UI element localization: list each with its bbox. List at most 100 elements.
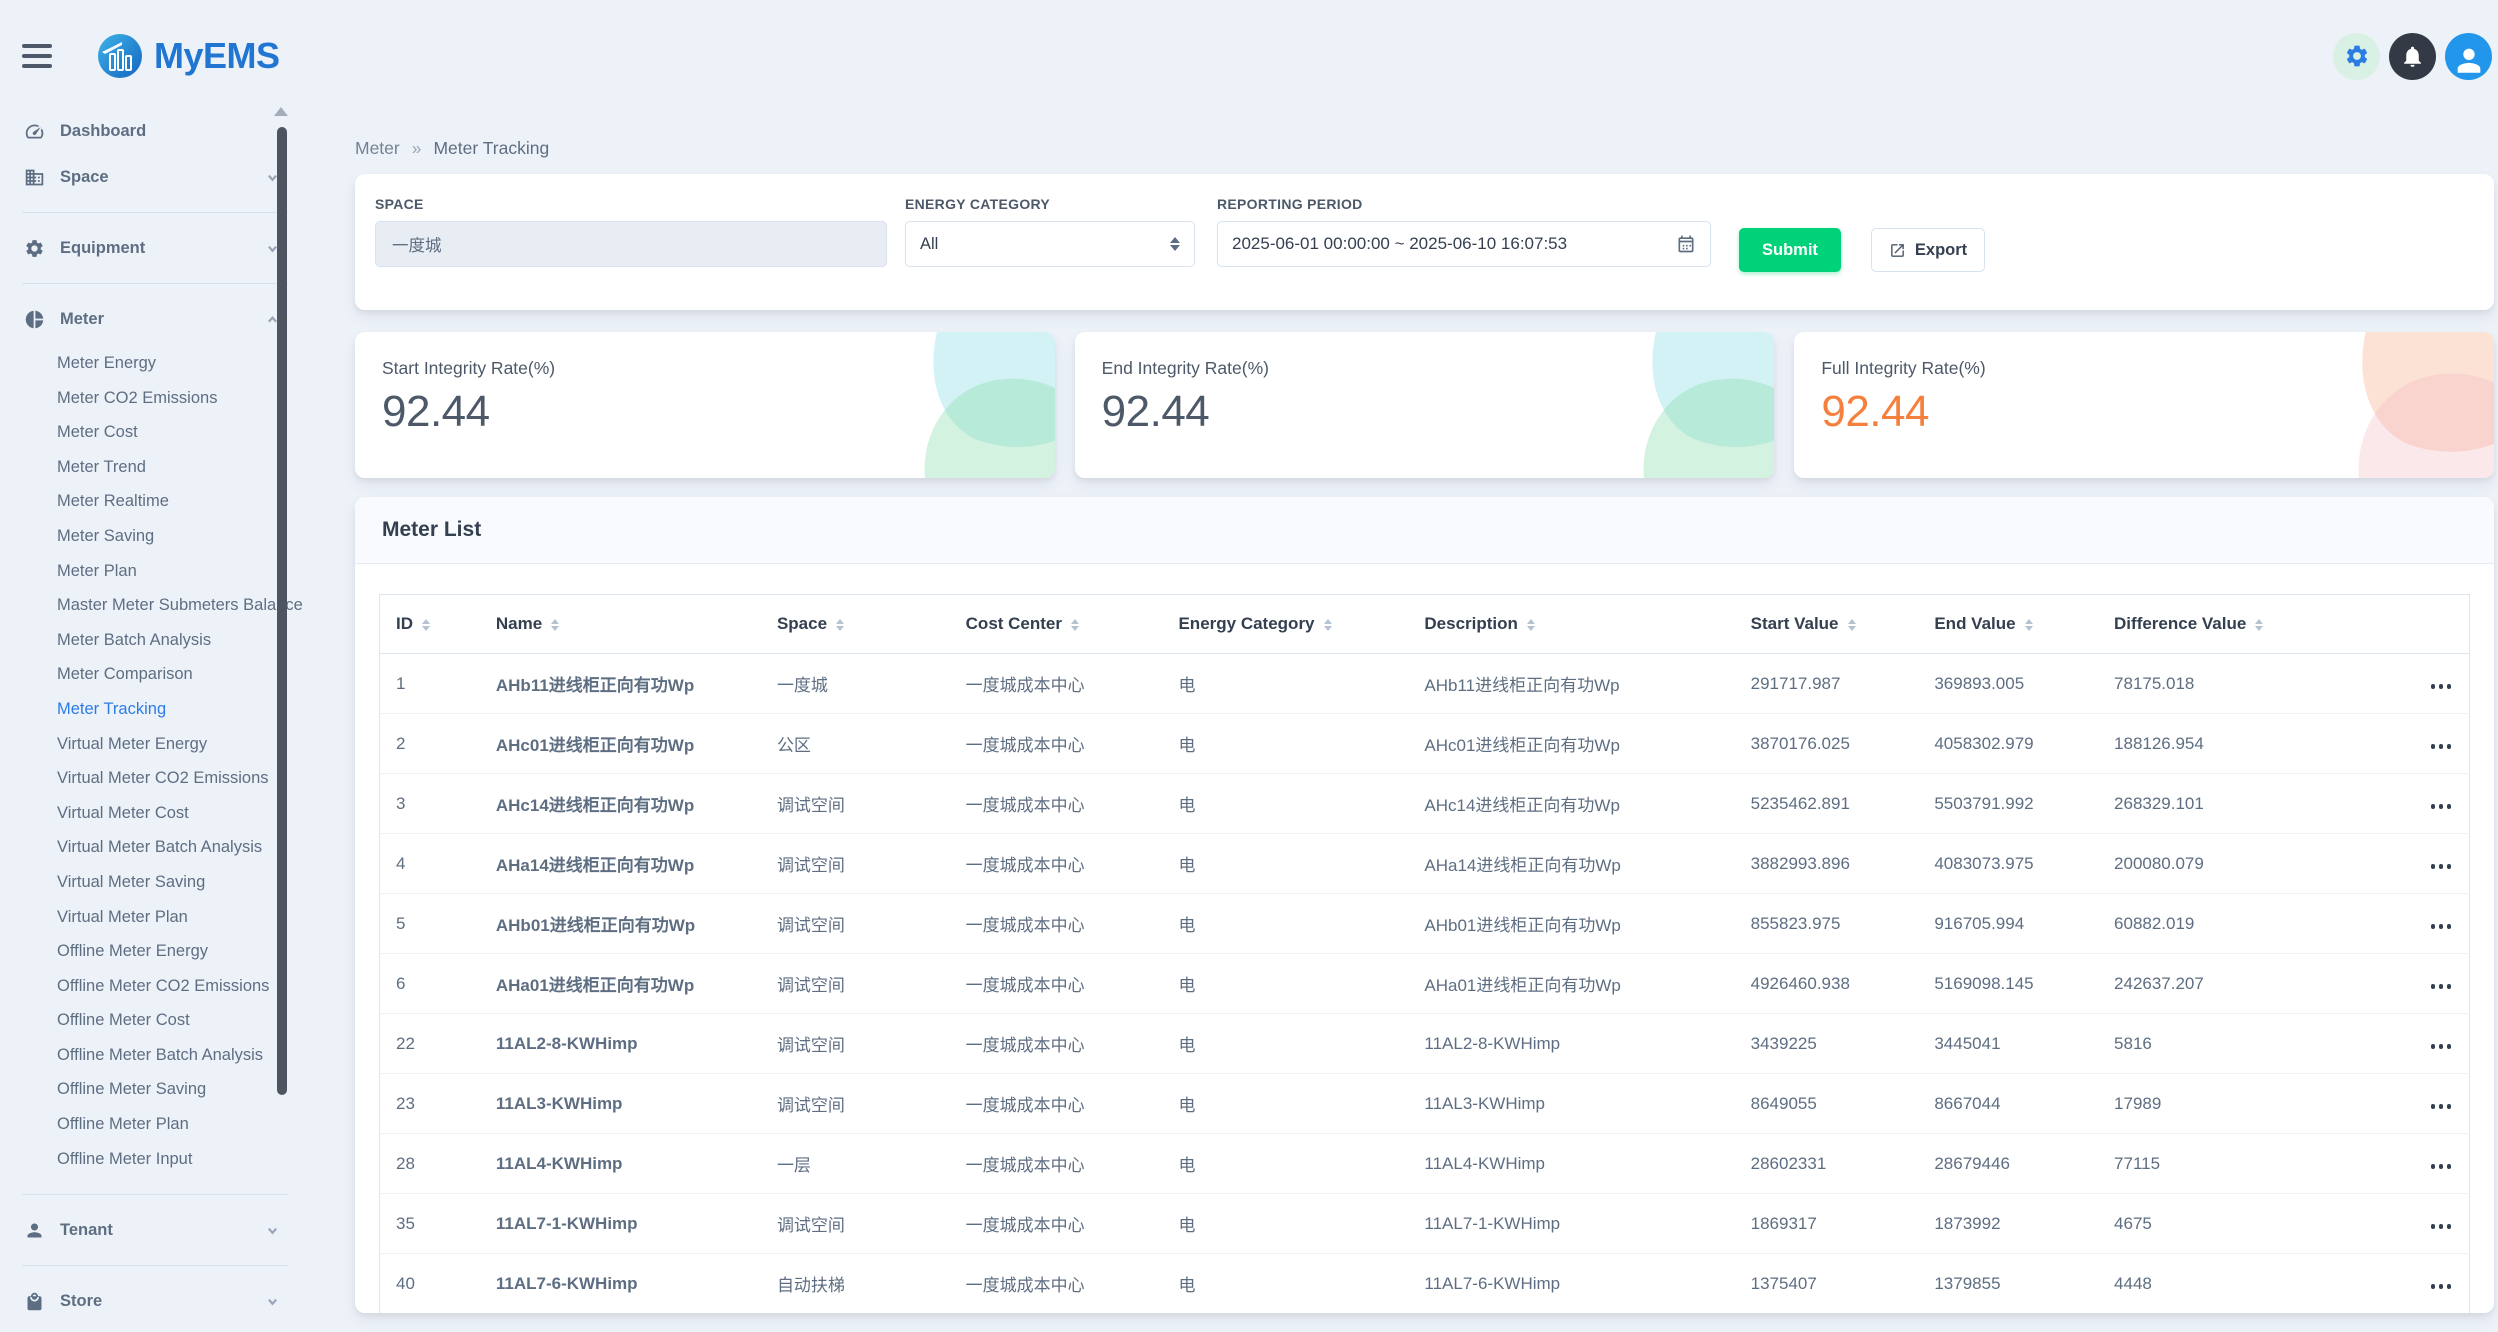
cell-actions <box>2359 1254 2469 1314</box>
cell-actions <box>2359 1074 2469 1134</box>
row-actions-ellipsis-icon[interactable] <box>2429 1040 2454 1053</box>
submit-button[interactable]: Submit <box>1739 228 1841 272</box>
sidebar-item-store[interactable]: Store <box>0 1278 310 1324</box>
column-header-difference-value[interactable]: Difference Value <box>2098 595 2359 654</box>
table-row: 2311AL3-KWHimp调试空间一度城成本中心电11AL3-KWHimp86… <box>380 1074 2470 1134</box>
sidebar-subitem-virtual-meter-plan[interactable]: Virtual Meter Plan <box>0 900 310 935</box>
column-header-id[interactable]: ID <box>380 595 480 654</box>
breadcrumb-meter[interactable]: Meter <box>355 138 400 159</box>
row-actions-ellipsis-icon[interactable] <box>2429 1160 2454 1173</box>
space-input[interactable] <box>375 221 887 267</box>
column-header-description[interactable]: Description <box>1408 595 1734 654</box>
row-actions-ellipsis-icon[interactable] <box>2429 800 2454 813</box>
sidebar-item-tenant[interactable]: Tenant <box>0 1207 310 1253</box>
column-header-end-value[interactable]: End Value <box>1918 595 2098 654</box>
reporting-period-input[interactable]: 2025-06-01 00:00:00 ~ 2025-06-10 16:07:5… <box>1217 221 1711 267</box>
sidebar-subitem-virtual-meter-energy[interactable]: Virtual Meter Energy <box>0 727 310 762</box>
export-button[interactable]: Export <box>1871 228 1985 272</box>
sidebar-item-meter[interactable]: Meter <box>0 296 310 342</box>
column-header-label: Space <box>777 614 827 633</box>
sidebar-subitem-meter-co2-emissions[interactable]: Meter CO2 Emissions <box>0 381 310 416</box>
table-row: 5AHb01进线柜正向有功Wp调试空间一度城成本中心电AHb01进线柜正向有功W… <box>380 894 2470 954</box>
row-actions-ellipsis-icon[interactable] <box>2429 1100 2454 1113</box>
row-actions-ellipsis-icon[interactable] <box>2429 1280 2454 1293</box>
column-header-cost-center[interactable]: Cost Center <box>950 595 1163 654</box>
brand-logo[interactable]: MyEMS <box>96 32 280 80</box>
sidebar-subitem-meter-energy[interactable]: Meter Energy <box>0 346 310 381</box>
sidebar-subitem-master-meter-submeters-balance[interactable]: Master Meter Submeters Balance <box>0 588 310 623</box>
cell-space: 调试空间 <box>761 954 950 1014</box>
sidebar-scrollbar[interactable] <box>277 127 287 1095</box>
select-caret-icon <box>1170 237 1180 251</box>
sidebar-item-space[interactable]: Space <box>0 154 310 200</box>
cell-start-value: 3439225 <box>1735 1014 1919 1074</box>
stat-card-value: 92.44 <box>1102 387 1775 437</box>
row-actions-ellipsis-icon[interactable] <box>2429 680 2454 693</box>
user-avatar-icon[interactable] <box>2445 33 2492 80</box>
row-actions-ellipsis-icon[interactable] <box>2429 920 2454 933</box>
column-header-energy-category[interactable]: Energy Category <box>1162 595 1408 654</box>
sidebar-subitem-meter-tracking[interactable]: Meter Tracking <box>0 692 310 727</box>
external-link-icon <box>1889 242 1906 259</box>
sidebar-subitem-offline-meter-energy[interactable]: Offline Meter Energy <box>0 934 310 969</box>
sidebar-subitem-meter-comparison[interactable]: Meter Comparison <box>0 657 310 692</box>
sidebar-divider <box>22 1194 288 1195</box>
cell-energy-category: 电 <box>1162 1194 1408 1254</box>
cell-actions <box>2359 654 2469 714</box>
sidebar-item-label: Space <box>60 168 270 187</box>
sidebar-subitem-offline-meter-co2-emissions[interactable]: Offline Meter CO2 Emissions <box>0 969 310 1004</box>
cell-actions <box>2359 894 2469 954</box>
sidebar-subitem-meter-trend[interactable]: Meter Trend <box>0 450 310 485</box>
cell-start-value: 5235462.891 <box>1735 774 1919 834</box>
table-body: 1AHb11进线柜正向有功Wp一度城一度城成本中心电AHb11进线柜正向有功Wp… <box>380 654 2470 1314</box>
row-actions-ellipsis-icon[interactable] <box>2429 740 2454 753</box>
menu-icon[interactable] <box>22 44 52 68</box>
column-header-space[interactable]: Space <box>761 595 950 654</box>
sort-icon <box>1848 619 1856 631</box>
sidebar-subitem-offline-meter-plan[interactable]: Offline Meter Plan <box>0 1107 310 1142</box>
sidebar-subitem-meter-realtime[interactable]: Meter Realtime <box>0 484 310 519</box>
table-row: 1AHb11进线柜正向有功Wp一度城一度城成本中心电AHb11进线柜正向有功Wp… <box>380 654 2470 714</box>
cell-name: AHb11进线柜正向有功Wp <box>480 654 761 714</box>
sidebar-subitem-meter-batch-analysis[interactable]: Meter Batch Analysis <box>0 623 310 658</box>
cell-difference-value: 4448 <box>2098 1254 2359 1314</box>
sort-icon <box>2025 619 2033 631</box>
table-row: 3511AL7-1-KWHimp调试空间一度城成本中心电11AL7-1-KWHi… <box>380 1194 2470 1254</box>
cell-name: AHa01进线柜正向有功Wp <box>480 954 761 1014</box>
sidebar-subitem-offline-meter-batch-analysis[interactable]: Offline Meter Batch Analysis <box>0 1038 310 1073</box>
scrollbar-up-arrow-icon[interactable] <box>274 107 288 116</box>
sidebar-subitem-meter-saving[interactable]: Meter Saving <box>0 519 310 554</box>
column-header-name[interactable]: Name <box>480 595 761 654</box>
table-row: 2AHc01进线柜正向有功Wp公区一度城成本中心电AHc01进线柜正向有功Wp3… <box>380 714 2470 774</box>
column-header-start-value[interactable]: Start Value <box>1735 595 1919 654</box>
sidebar-item-equipment[interactable]: Equipment <box>0 225 310 271</box>
sidebar-subitem-virtual-meter-co2-emissions[interactable]: Virtual Meter CO2 Emissions <box>0 761 310 796</box>
sidebar-subitem-offline-meter-cost[interactable]: Offline Meter Cost <box>0 1003 310 1038</box>
column-header-label: Name <box>496 614 542 633</box>
settings-gear-icon[interactable] <box>2333 33 2380 80</box>
cell-start-value: 4926460.938 <box>1735 954 1919 1014</box>
sidebar-subitem-meter-plan[interactable]: Meter Plan <box>0 554 310 589</box>
cell-id: 28 <box>380 1134 480 1194</box>
sidebar-subitem-virtual-meter-batch-analysis[interactable]: Virtual Meter Batch Analysis <box>0 830 310 865</box>
table-row: 4AHa14进线柜正向有功Wp调试空间一度城成本中心电AHa14进线柜正向有功W… <box>380 834 2470 894</box>
cell-actions <box>2359 1194 2469 1254</box>
sidebar-subitem-offline-meter-saving[interactable]: Offline Meter Saving <box>0 1072 310 1107</box>
sidebar-subitem-virtual-meter-cost[interactable]: Virtual Meter Cost <box>0 796 310 831</box>
row-actions-ellipsis-icon[interactable] <box>2429 980 2454 993</box>
cell-name: AHc01进线柜正向有功Wp <box>480 714 761 774</box>
sidebar-subitem-virtual-meter-saving[interactable]: Virtual Meter Saving <box>0 865 310 900</box>
cell-difference-value: 242637.207 <box>2098 954 2359 1014</box>
sidebar-subitem-meter-cost[interactable]: Meter Cost <box>0 415 310 450</box>
table-row: 4011AL7-6-KWHimp自动扶梯一度城成本中心电11AL7-6-KWHi… <box>380 1254 2470 1314</box>
cell-name: 11AL3-KWHimp <box>480 1074 761 1134</box>
cell-cost-center: 一度城成本中心 <box>950 894 1163 954</box>
sidebar-subitem-offline-meter-input[interactable]: Offline Meter Input <box>0 1142 310 1177</box>
row-actions-ellipsis-icon[interactable] <box>2429 1220 2454 1233</box>
sidebar-item-dashboard[interactable]: Dashboard <box>0 108 310 154</box>
row-actions-ellipsis-icon[interactable] <box>2429 860 2454 873</box>
cell-id: 4 <box>380 834 480 894</box>
cell-actions <box>2359 954 2469 1014</box>
notifications-bell-icon[interactable] <box>2389 33 2436 80</box>
energy-category-select[interactable]: All <box>905 221 1195 267</box>
